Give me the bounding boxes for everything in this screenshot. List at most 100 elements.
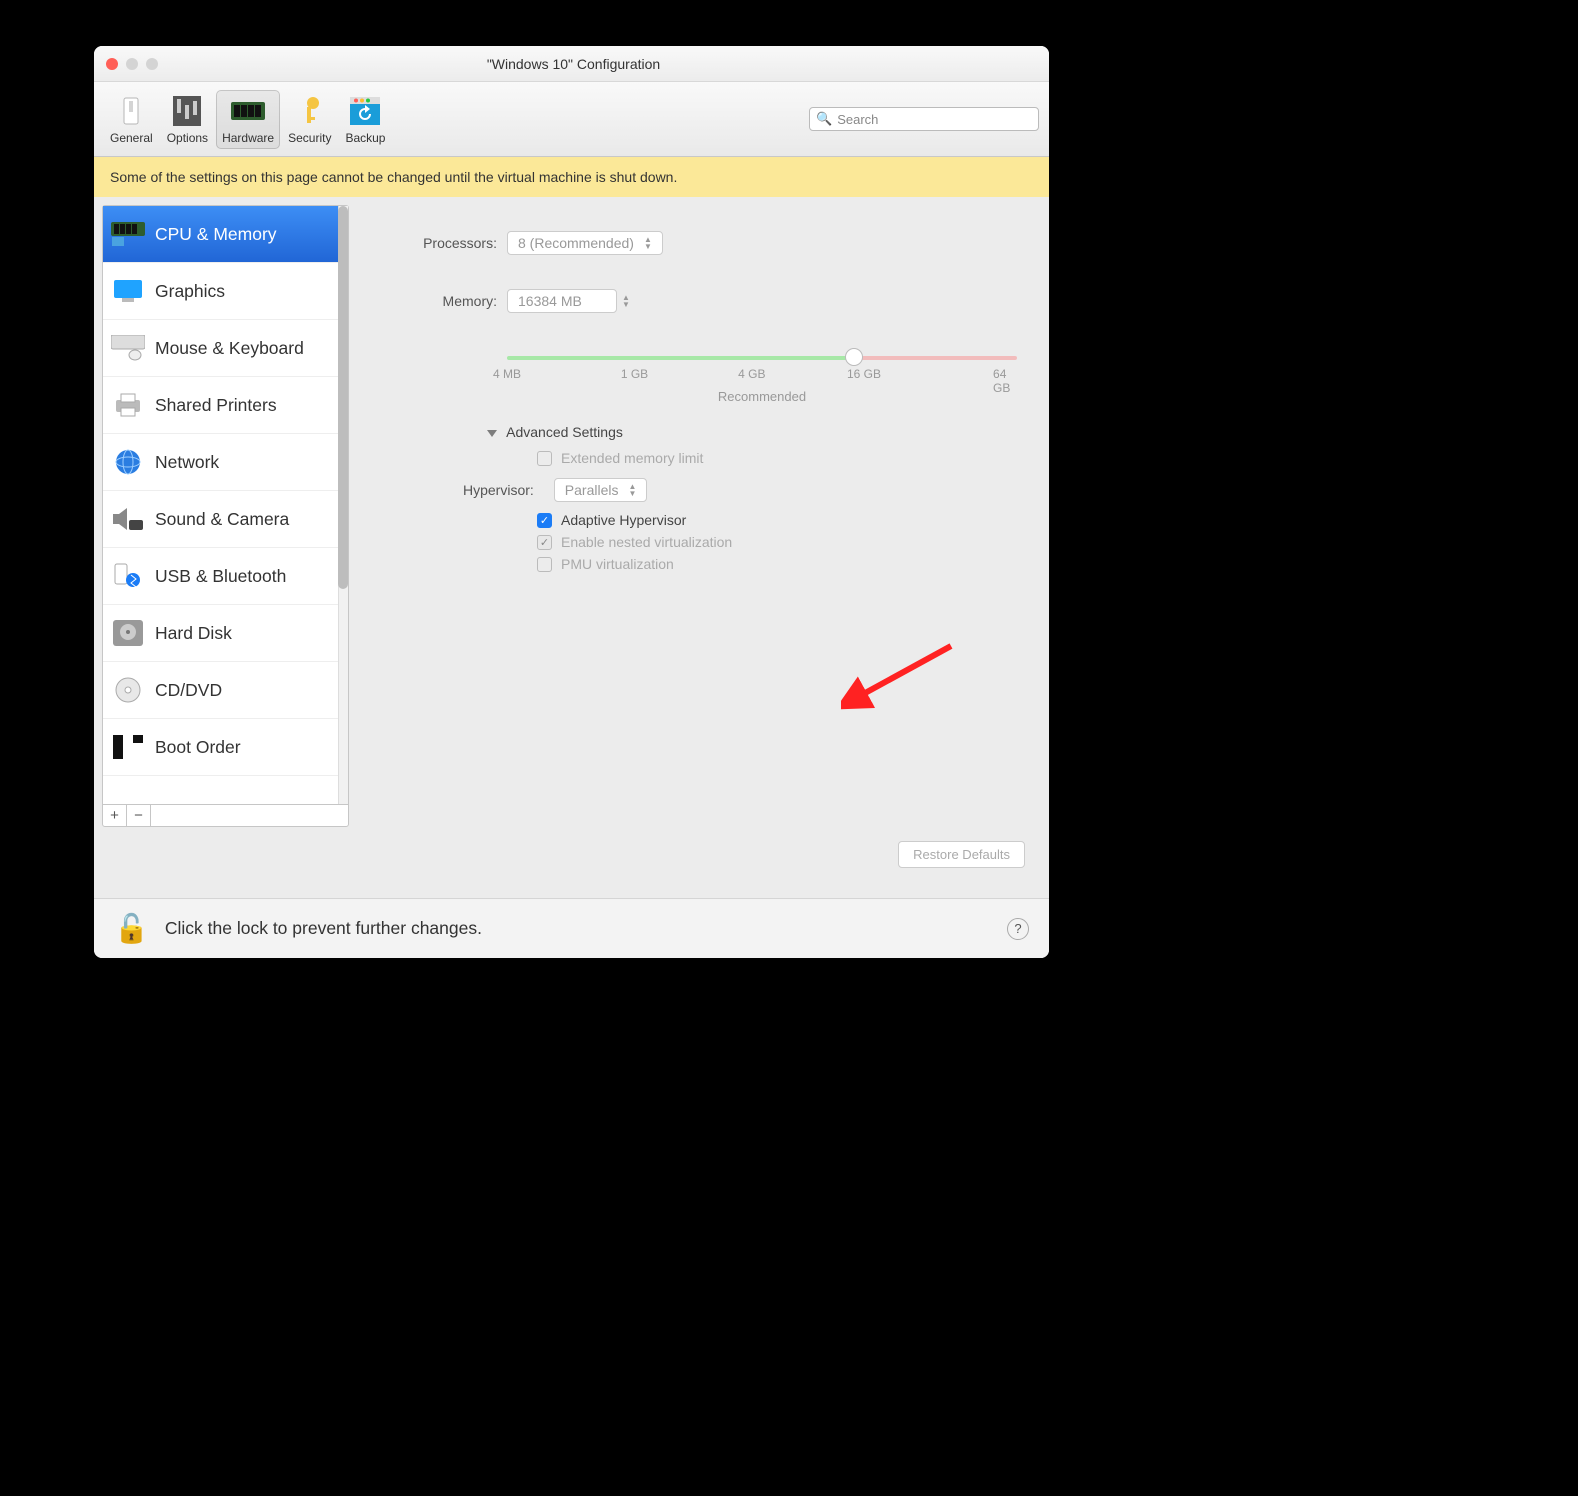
tab-label: General bbox=[110, 131, 153, 145]
cd-dvd-icon bbox=[111, 676, 145, 704]
extended-memory-label: Extended memory limit bbox=[561, 450, 703, 466]
processors-label: Processors: bbox=[367, 235, 497, 251]
printers-icon bbox=[111, 391, 145, 419]
mouse-keyboard-icon bbox=[111, 334, 145, 362]
annotation-arrow-icon bbox=[841, 636, 961, 716]
memory-value: 16384 MB bbox=[518, 293, 582, 309]
sidebar-item-label: CPU & Memory bbox=[155, 224, 277, 245]
sidebar-item-shared-printers[interactable]: Shared Printers bbox=[103, 377, 348, 434]
checkbox-checked-icon: ✓ bbox=[537, 513, 552, 528]
sidebar-item-label: Shared Printers bbox=[155, 395, 277, 416]
tab-hardware[interactable]: Hardware bbox=[216, 90, 280, 149]
sidebar-item-boot-order[interactable]: Boot Order bbox=[103, 719, 348, 776]
processors-select[interactable]: 8 (Recommended) ▲▼ bbox=[507, 231, 663, 255]
warning-banner: Some of the settings on this page cannot… bbox=[94, 157, 1049, 197]
tab-label: Backup bbox=[345, 131, 385, 145]
sidebar-item-mouse-keyboard[interactable]: Mouse & Keyboard bbox=[103, 320, 348, 377]
hardware-icon bbox=[231, 94, 265, 128]
general-icon bbox=[114, 94, 148, 128]
tab-general[interactable]: General bbox=[104, 90, 159, 149]
graphics-icon bbox=[111, 277, 145, 305]
scrollbar-thumb[interactable] bbox=[338, 206, 348, 589]
sidebar-item-cpu-memory[interactable]: CPU & Memory bbox=[103, 206, 348, 263]
search-input[interactable]: 🔍 Search bbox=[809, 107, 1039, 131]
memory-input[interactable]: 16384 MB bbox=[507, 289, 617, 313]
adaptive-hypervisor-label: Adaptive Hypervisor bbox=[561, 512, 686, 528]
sidebar-item-label: CD/DVD bbox=[155, 680, 222, 701]
sidebar-item-usb-bluetooth[interactable]: USB & Bluetooth bbox=[103, 548, 348, 605]
chevron-updown-icon: ▲▼ bbox=[644, 236, 652, 250]
sidebar-item-label: Graphics bbox=[155, 281, 225, 302]
tab-options[interactable]: Options bbox=[161, 90, 214, 149]
tick: 4 GB bbox=[738, 367, 765, 381]
hypervisor-value: Parallels bbox=[565, 482, 619, 498]
usb-bluetooth-icon bbox=[111, 562, 145, 590]
sidebar-item-label: Mouse & Keyboard bbox=[155, 338, 304, 359]
recommended-label: Recommended bbox=[507, 389, 1017, 404]
adaptive-hypervisor-checkbox[interactable]: ✓ Adaptive Hypervisor bbox=[537, 512, 1017, 528]
sidebar-item-sound-camera[interactable]: Sound & Camera bbox=[103, 491, 348, 548]
window-title: "Windows 10" Configuration bbox=[98, 56, 1049, 72]
memory-label: Memory: bbox=[367, 293, 497, 309]
tick: 16 GB bbox=[847, 367, 881, 381]
tab-backup[interactable]: Backup bbox=[339, 90, 391, 149]
add-device-button[interactable]: + bbox=[103, 805, 127, 826]
tab-label: Hardware bbox=[222, 131, 274, 145]
cpu-memory-icon bbox=[111, 220, 145, 248]
sidebar-item-cd-dvd[interactable]: CD/DVD bbox=[103, 662, 348, 719]
checkbox-checked-icon: ✓ bbox=[537, 535, 552, 550]
nested-virtualization-checkbox[interactable]: ✓ Enable nested virtualization bbox=[537, 534, 1017, 550]
security-icon bbox=[293, 94, 327, 128]
sidebar-item-label: Network bbox=[155, 452, 219, 473]
tab-security[interactable]: Security bbox=[282, 90, 337, 149]
sidebar-item-label: USB & Bluetooth bbox=[155, 566, 286, 587]
memory-stepper[interactable]: ▲▼ bbox=[622, 294, 630, 308]
sidebar-item-hard-disk[interactable]: Hard Disk bbox=[103, 605, 348, 662]
pmu-virtualization-label: PMU virtualization bbox=[561, 556, 674, 572]
titlebar: "Windows 10" Configuration bbox=[94, 46, 1049, 82]
sidebar-item-label: Sound & Camera bbox=[155, 509, 289, 530]
nested-virtualization-label: Enable nested virtualization bbox=[561, 534, 732, 550]
checkbox-icon bbox=[537, 451, 552, 466]
processors-value: 8 (Recommended) bbox=[518, 235, 634, 251]
lock-icon[interactable]: 🔓 bbox=[114, 912, 149, 945]
advanced-settings-toggle[interactable]: Advanced Settings bbox=[487, 424, 1017, 440]
hypervisor-select[interactable]: Parallels ▲▼ bbox=[554, 478, 648, 502]
lock-text: Click the lock to prevent further change… bbox=[165, 918, 482, 939]
sidebar-item-label: Boot Order bbox=[155, 737, 241, 758]
pmu-virtualization-checkbox[interactable]: PMU virtualization bbox=[537, 556, 1017, 572]
sound-camera-icon bbox=[111, 505, 145, 533]
chevron-updown-icon: ▲▼ bbox=[629, 483, 637, 497]
boot-order-icon bbox=[111, 733, 145, 761]
toolbar: General Options Hardware Security Backup… bbox=[94, 82, 1049, 157]
advanced-title: Advanced Settings bbox=[506, 424, 623, 440]
tick: 64 GB bbox=[993, 367, 1010, 395]
tick: 1 GB bbox=[621, 367, 648, 381]
sidebar-item-network[interactable]: Network bbox=[103, 434, 348, 491]
restore-defaults-button[interactable]: Restore Defaults bbox=[898, 841, 1025, 868]
backup-icon bbox=[348, 94, 382, 128]
footer: 🔓 Click the lock to prevent further chan… bbox=[94, 898, 1049, 958]
sidebar-item-graphics[interactable]: Graphics bbox=[103, 263, 348, 320]
cpu-memory-panel: Processors: 8 (Recommended) ▲▼ Memory: 1… bbox=[367, 205, 1049, 827]
memory-slider[interactable]: 4 MB 1 GB 4 GB 16 GB 64 GB bbox=[507, 353, 1017, 383]
search-placeholder: Search bbox=[837, 112, 878, 127]
options-icon bbox=[170, 94, 204, 128]
help-button[interactable]: ? bbox=[1007, 918, 1029, 940]
network-icon bbox=[111, 448, 145, 476]
slider-knob[interactable] bbox=[845, 348, 863, 366]
search-icon: 🔍 bbox=[816, 111, 832, 127]
hardware-sidebar: CPU & Memory Graphics Mouse & Keyboard S… bbox=[102, 205, 349, 827]
remove-device-button[interactable]: − bbox=[127, 805, 151, 826]
hard-disk-icon bbox=[111, 619, 145, 647]
configuration-window: "Windows 10" Configuration General Optio… bbox=[94, 46, 1049, 958]
hypervisor-label: Hypervisor: bbox=[463, 482, 534, 498]
tick: 4 MB bbox=[493, 367, 521, 381]
checkbox-icon bbox=[537, 557, 552, 572]
scrollbar-track[interactable] bbox=[338, 206, 348, 804]
tab-label: Security bbox=[288, 131, 331, 145]
tab-label: Options bbox=[167, 131, 208, 145]
disclosure-triangle-icon bbox=[487, 430, 497, 437]
extended-memory-checkbox[interactable]: Extended memory limit bbox=[537, 450, 1017, 466]
sidebar-item-label: Hard Disk bbox=[155, 623, 232, 644]
